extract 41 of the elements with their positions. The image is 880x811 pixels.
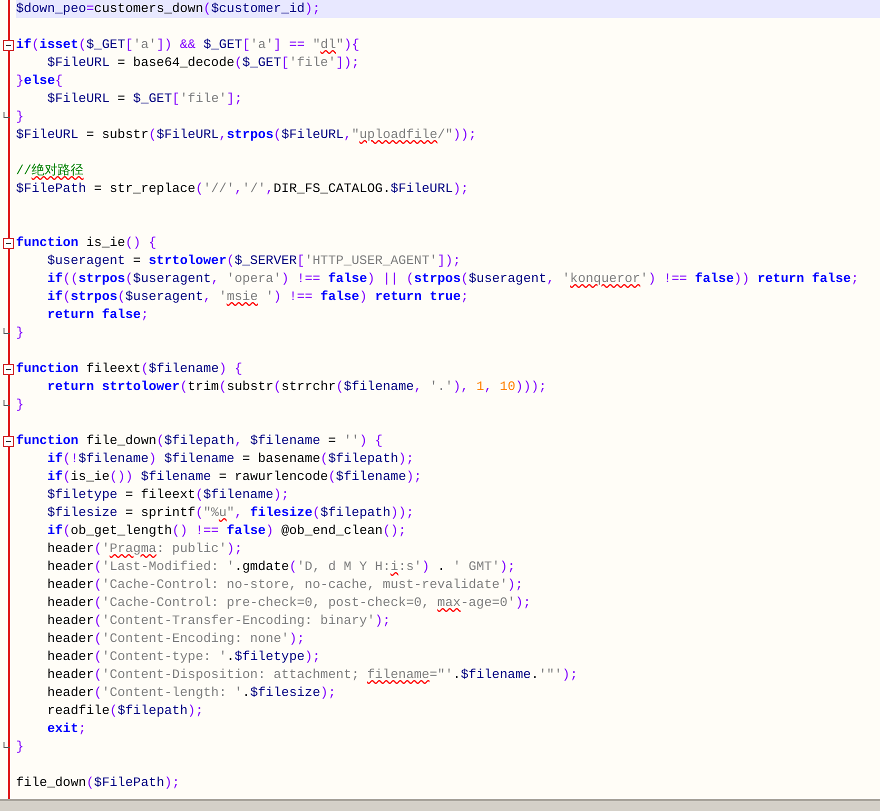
code-line: } xyxy=(16,738,25,756)
code-line: $useragent = strtolower($_SERVER['HTTP_USER_AGENT']); xyxy=(46,252,462,270)
code-line: header('Cache-Control: no-store, no-cache, must-revalidate'); xyxy=(46,576,524,594)
code-line: return strtolower(trim(substr(strrchr($filename, '.'), 1, 10))); xyxy=(46,378,548,396)
code-line: header('Content-Transfer-Encoding: binary'); xyxy=(46,612,392,630)
fold-collapse-icon[interactable] xyxy=(3,40,14,50)
code-line: if(is_ie()) $filename = rawurlencode($filename); xyxy=(46,468,423,486)
code-line: file_down($FilePath); xyxy=(16,774,181,792)
code-editor[interactable] xyxy=(0,0,880,799)
code-line: $FilePath = str_replace('//','/',DIR_FS_CATALOG.$FileURL); xyxy=(16,180,470,198)
fold-collapse-icon[interactable] xyxy=(3,364,14,374)
code-line: header('Content-type: '.$filetype); xyxy=(46,648,322,666)
code-line: if(strpos($useragent, 'msie ') !== false) return true; xyxy=(46,288,470,306)
code-line: header('Pragma: public'); xyxy=(46,540,244,558)
code-line: //绝对路径 xyxy=(16,162,85,180)
code-line: exit; xyxy=(46,720,88,738)
code-line: function is_ie() { xyxy=(16,234,158,252)
code-line: if(isset($_GET['a']) && $_GET['a'] == "dl"){ xyxy=(16,36,360,54)
code-line: $FileURL = substr($FileURL,strpos($FileURL,"uploadfile/")); xyxy=(16,126,478,144)
code-line: header('Last-Modified: '.gmdate('D, d M Y H:i:s') . ' GMT'); xyxy=(46,558,516,576)
code-line: return false; xyxy=(46,306,150,324)
code-line: if(!$filename) $filename = basename($filepath); xyxy=(46,450,415,468)
code-line: header('Content-Disposition: attachment; filename="'.$filename.'"'); xyxy=(46,666,579,684)
code-line: }else{ xyxy=(16,72,64,90)
fold-collapse-icon[interactable] xyxy=(3,436,14,446)
code-line: } xyxy=(16,396,25,414)
code-line: $filesize = sprintf("%u", filesize($filepath)); xyxy=(46,504,415,522)
code-line: if(ob_get_length() !== false) @ob_end_clean(); xyxy=(46,522,408,540)
code-line: $FileURL = $_GET['file']; xyxy=(46,90,244,108)
code-line: readfile($filepath); xyxy=(46,702,204,720)
fold-collapse-icon[interactable] xyxy=(3,238,14,248)
code-line: header('Cache-Control: pre-check=0, post-check=0, max-age=0'); xyxy=(46,594,532,612)
code-line: if((strpos($useragent, 'opera') !== false) || (strpos($useragent, 'konqueror') !== false)) return false; xyxy=(46,270,860,288)
code-line: header('Content-length: '.$filesize); xyxy=(46,684,337,702)
code-line: function file_down($filepath, $filename = '') { xyxy=(16,432,384,450)
code-line: $FileURL = base64_decode($_GET['file']); xyxy=(46,54,360,72)
code-line: header('Content-Encoding: none'); xyxy=(46,630,306,648)
code-line: } xyxy=(16,324,25,342)
code-line: $filetype = fileext($filename); xyxy=(46,486,290,504)
code-line: } xyxy=(16,108,25,126)
code-line: function fileext($filename) { xyxy=(16,360,244,378)
